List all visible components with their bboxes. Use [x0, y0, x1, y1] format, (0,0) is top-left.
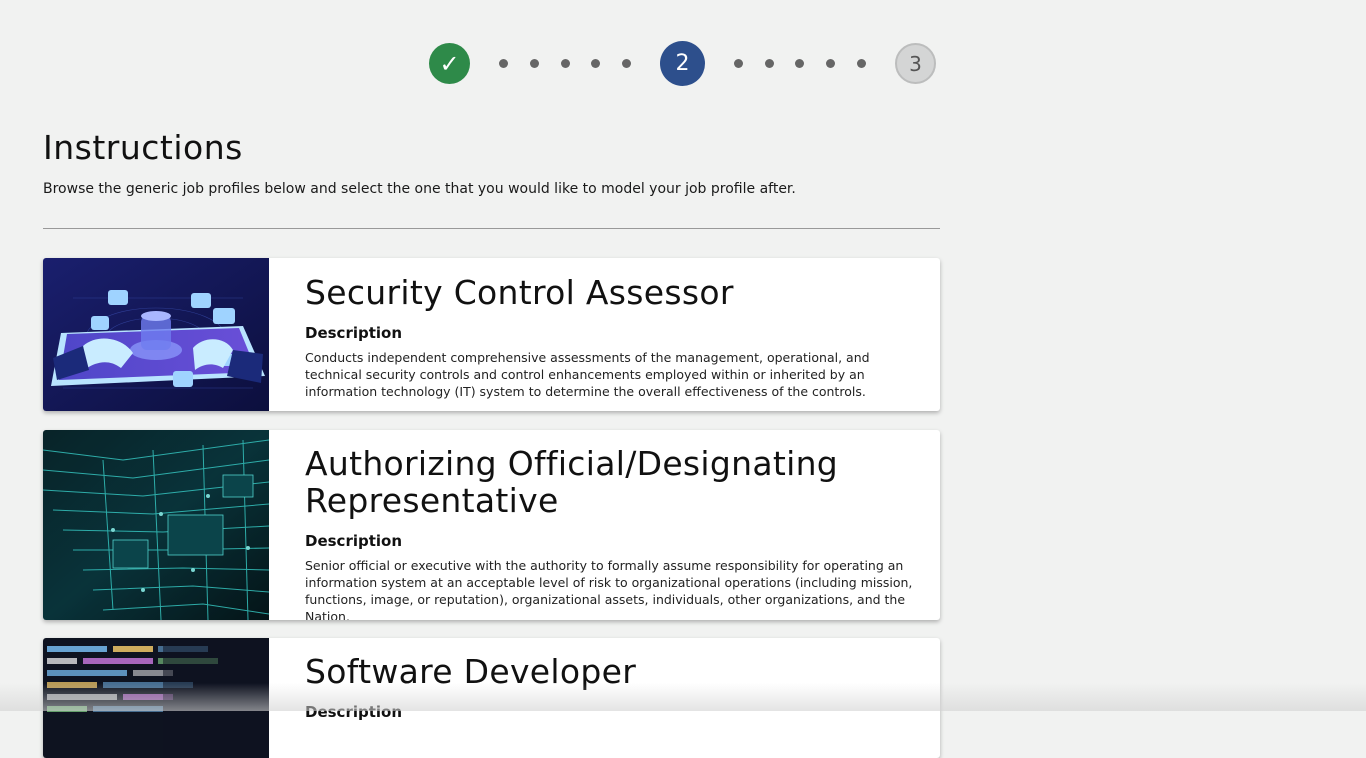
- job-profile-card-security-control-assessor[interactable]: Security Control Assessor Description Co…: [43, 258, 940, 411]
- profile-card-body: Authorizing Official/Designating Represe…: [305, 430, 920, 620]
- divider: [43, 228, 940, 229]
- profile-title[interactable]: Software Developer: [305, 653, 920, 690]
- profile-card-body: Software Developer Description: [305, 638, 920, 721]
- step-connector-dot: [561, 59, 570, 68]
- progress-stepper: ✓ 2 3: [429, 41, 936, 86]
- step-connector-dot: [622, 59, 631, 68]
- hands-tablet-illustration: [43, 258, 269, 411]
- profile-card-body: Security Control Assessor Description Co…: [305, 258, 920, 400]
- description-label: Description: [305, 324, 403, 342]
- page-title: Instructions: [43, 128, 243, 167]
- step-connector-dot: [765, 59, 774, 68]
- step-connector-dot: [734, 59, 743, 68]
- source-code-photo: [43, 638, 269, 758]
- profile-title[interactable]: Security Control Assessor: [305, 274, 920, 311]
- description-label: Description: [305, 703, 403, 721]
- step-connector-dot: [795, 59, 804, 68]
- profile-image-circuit-board: [43, 430, 269, 620]
- step-connector-dot: [591, 59, 600, 68]
- description-label: Description: [305, 532, 403, 550]
- profile-description: Conducts independent comprehensive asses…: [305, 350, 870, 399]
- step-2-current[interactable]: 2: [660, 41, 705, 86]
- instructions-text: Browse the generic job profiles below an…: [43, 181, 796, 197]
- step-3-upcoming[interactable]: 3: [895, 43, 936, 84]
- step-connector-dot: [499, 59, 508, 68]
- profile-description: Senior official or executive with the au…: [305, 558, 913, 620]
- step-1-complete-checkmark-icon[interactable]: ✓: [429, 43, 470, 84]
- profile-image-hands-tablet: [43, 258, 269, 411]
- job-profile-card-software-developer[interactable]: Software Developer Description: [43, 638, 940, 758]
- step-connector-dot: [530, 59, 539, 68]
- job-profile-card-authorizing-official[interactable]: Authorizing Official/Designating Represe…: [43, 430, 940, 620]
- profile-image-source-code: [43, 638, 269, 758]
- circuit-board-photo: [43, 430, 269, 620]
- step-connector-dot: [826, 59, 835, 68]
- profile-title[interactable]: Authorizing Official/Designating Represe…: [305, 445, 920, 519]
- step-connector-dot: [857, 59, 866, 68]
